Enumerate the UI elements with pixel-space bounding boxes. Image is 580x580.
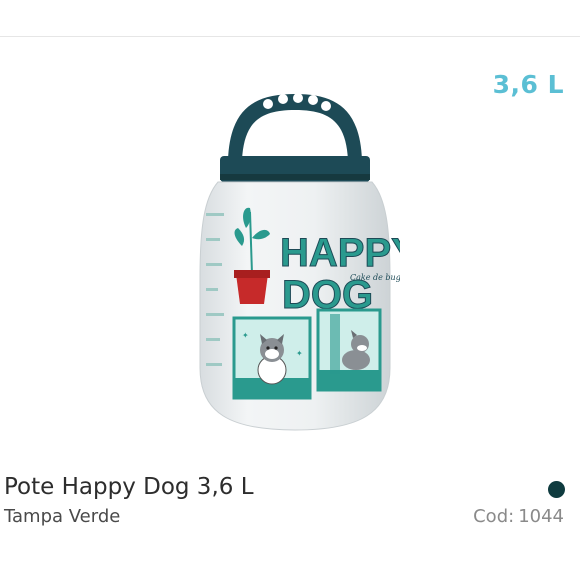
dog-illustration-icon: ✦ ✦: [232, 308, 382, 400]
product-title: Pote Happy Dog 3,6 L: [4, 474, 254, 500]
svg-text:✦: ✦: [296, 349, 303, 358]
capacity-badge: 3,6 L: [492, 70, 564, 99]
product-code-label: Cod:: [473, 506, 515, 527]
tagline: Cake de bugue: [350, 273, 400, 282]
jar-handle-icon: [228, 93, 362, 160]
product-variant: Tampa Verde: [4, 506, 121, 527]
product-code-value: 1044: [518, 506, 564, 527]
color-swatch[interactable]: [548, 481, 565, 498]
top-divider: [0, 36, 580, 37]
product-code: Cod: 1044: [469, 506, 564, 527]
svg-text:✦: ✦: [242, 331, 249, 340]
brand-line1: HAPPY: [280, 231, 400, 275]
product-image[interactable]: HAPPY DOG Cake de bugue ✦ ✦: [190, 78, 419, 448]
